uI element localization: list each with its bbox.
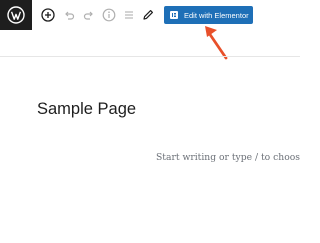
toolbar-divider xyxy=(0,56,300,57)
info-icon[interactable] xyxy=(101,7,117,23)
block-placeholder[interactable]: Start writing or type / to choose a blo xyxy=(156,152,300,163)
list-view-icon[interactable] xyxy=(121,7,137,23)
redo-icon[interactable] xyxy=(81,7,97,23)
editor-toolbar: Edit with Elementor xyxy=(0,0,300,30)
pencil-icon[interactable] xyxy=(140,7,156,23)
undo-icon[interactable] xyxy=(61,7,77,23)
plus-circle-icon[interactable] xyxy=(40,7,56,23)
wordpress-icon[interactable] xyxy=(0,0,32,30)
editor-page: Edit with Elementor Sample Page Start wr… xyxy=(0,0,300,243)
edit-with-elementor-label: Edit with Elementor xyxy=(184,10,249,20)
elementor-icon xyxy=(170,11,178,19)
page-title[interactable]: Sample Page xyxy=(37,100,136,119)
